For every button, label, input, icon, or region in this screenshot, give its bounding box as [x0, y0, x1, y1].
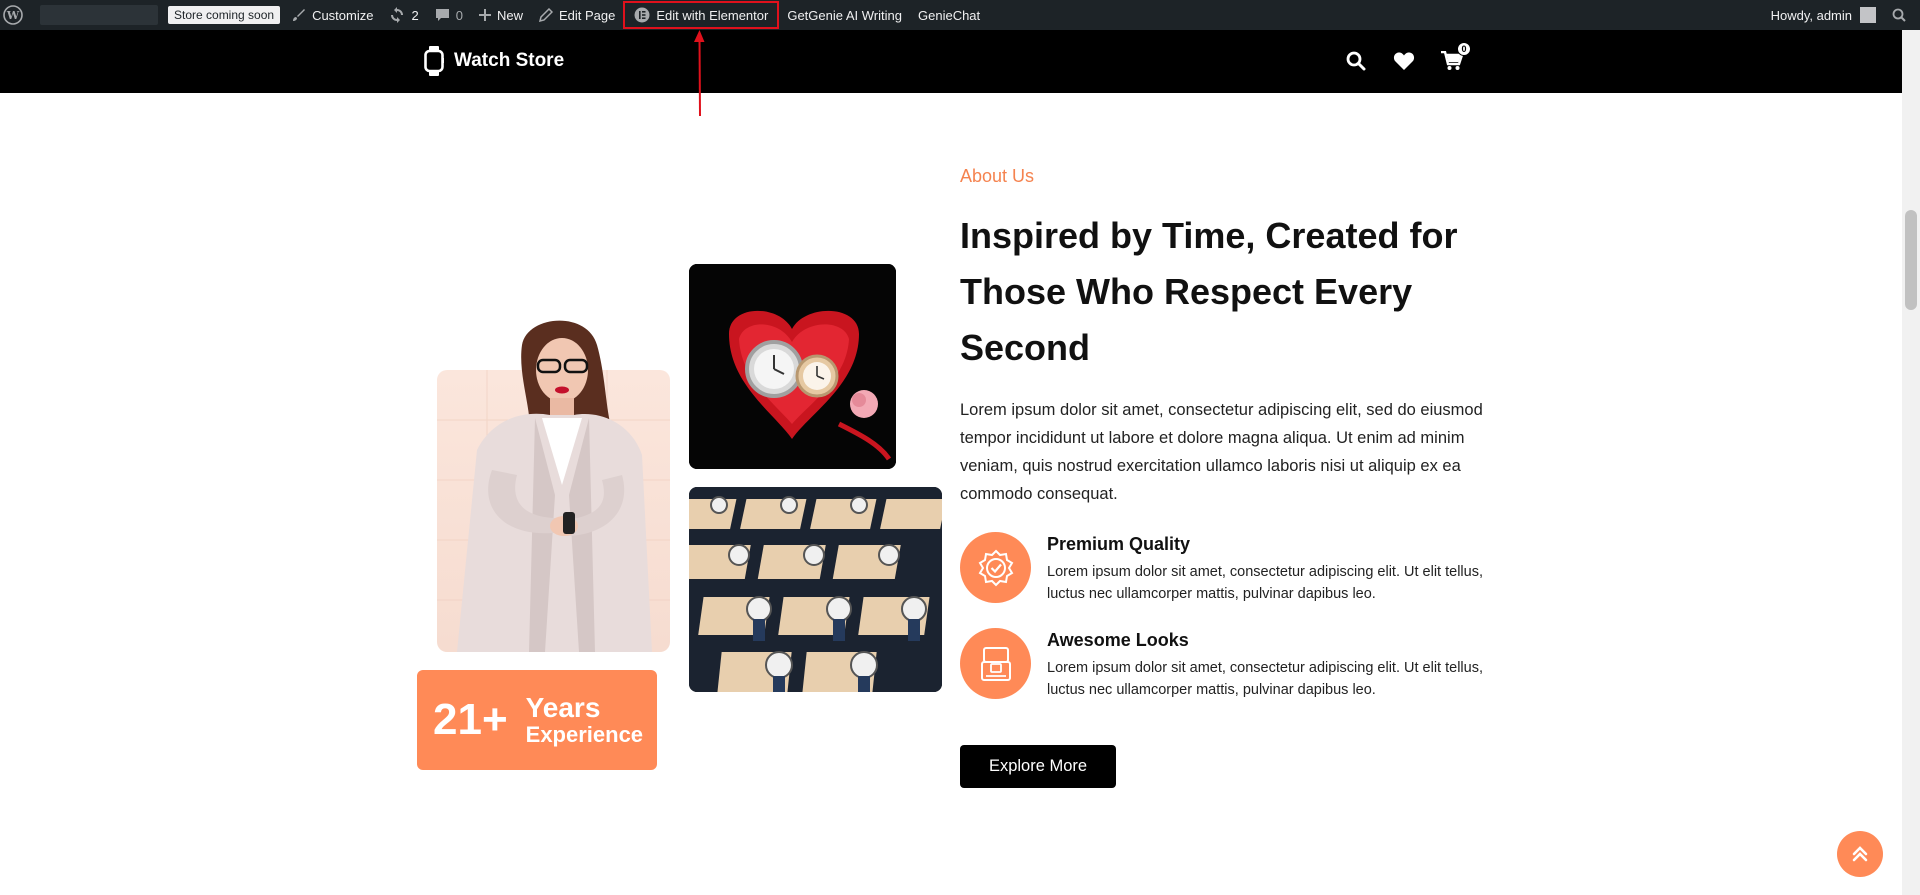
feature-awesome-looks: Awesome Looks Lorem ipsum dolor sit amet…	[960, 628, 1520, 701]
header-actions: 0	[1343, 42, 1471, 74]
getgenie-link[interactable]: GetGenie AI Writing	[779, 0, 910, 30]
watch-display-case-image	[689, 487, 942, 692]
experience-label: Experience	[525, 722, 644, 748]
store-coming-soon-badge[interactable]: Store coming soon	[168, 6, 281, 24]
double-chevron-up-icon	[1852, 846, 1868, 862]
cart-button[interactable]: 0	[1439, 42, 1471, 74]
search-icon	[1346, 51, 1366, 71]
heart-icon	[1393, 52, 1415, 70]
howdy-label: Howdy, admin	[1770, 7, 1852, 23]
feature-description: Lorem ipsum dolor sit amet, consectetur …	[1047, 660, 1483, 698]
new-content-link[interactable]: New	[471, 0, 531, 30]
site-header: Watch Store 0	[0, 30, 1902, 93]
paintbrush-icon	[293, 9, 306, 21]
explore-more-button[interactable]: Explore More	[960, 745, 1116, 788]
wp-admin-bar: W Store coming soon Customize 2 0 New Ed…	[0, 0, 1920, 30]
wishlist-button[interactable]	[1391, 48, 1417, 74]
pencil-icon	[538, 8, 553, 22]
about-us-label: About Us	[960, 166, 1035, 186]
feature-premium-quality: Premium Quality Lorem ipsum dolor sit am…	[960, 532, 1520, 605]
comments-link[interactable]: 0	[427, 0, 471, 30]
comment-icon	[435, 9, 449, 21]
woman-checking-watch-image	[437, 320, 670, 652]
edit-page-link[interactable]: Edit Page	[531, 0, 623, 30]
gift-box-illustration	[689, 264, 896, 469]
watch-logo-icon	[424, 46, 444, 76]
admin-bar-right: Howdy, admin	[1763, 0, 1920, 30]
geniechat-label: GenieChat	[918, 7, 981, 23]
display-case-illustration	[689, 487, 942, 692]
site-logo[interactable]: Watch Store	[424, 46, 564, 76]
cart-count-badge: 0	[1457, 42, 1471, 56]
experience-number: 21+	[433, 695, 508, 744]
edit-with-elementor-link[interactable]: Edit with Elementor	[623, 1, 780, 29]
about-paragraph: Lorem ipsum dolor sit amet, consectetur …	[960, 401, 1483, 503]
quality-badge-icon	[960, 532, 1031, 603]
geniechat-link[interactable]: GenieChat	[910, 0, 988, 30]
header-search-button[interactable]	[1343, 48, 1369, 74]
experience-years-label: Years	[525, 691, 601, 723]
my-account-link[interactable]: Howdy, admin	[1763, 0, 1884, 30]
svg-text:W: W	[6, 9, 20, 22]
search-icon	[1892, 8, 1906, 22]
scrollbar-thumb[interactable]	[1905, 210, 1917, 310]
experience-badge: 21+ Years Experience	[417, 670, 657, 770]
annotation-arrow	[694, 30, 705, 117]
site-name-redacted[interactable]	[40, 5, 158, 25]
woman-illustration	[437, 320, 670, 652]
avatar	[1860, 7, 1876, 23]
watches-gift-box-image	[689, 264, 896, 469]
updates-link[interactable]: 2	[381, 0, 426, 30]
customize-link[interactable]: Customize	[284, 0, 381, 30]
scroll-to-top-button[interactable]	[1837, 831, 1883, 877]
getgenie-label: GetGenie AI Writing	[787, 7, 902, 23]
page-scrollbar[interactable]	[1902, 30, 1920, 895]
wordpress-logo-icon[interactable]: W	[0, 0, 32, 30]
edit-elementor-label: Edit with Elementor	[656, 7, 769, 23]
feature-title: Awesome Looks	[1047, 630, 1189, 650]
updates-count: 2	[411, 7, 419, 23]
elementor-icon	[634, 7, 650, 23]
admin-search-button[interactable]	[1884, 0, 1920, 30]
section-heading: Inspired by Time, Created for Those Who …	[960, 215, 1458, 368]
brand-name: Watch Store	[454, 50, 565, 71]
plus-icon	[478, 9, 491, 21]
new-label: New	[496, 7, 523, 23]
customize-label: Customize	[312, 7, 374, 23]
feature-title: Premium Quality	[1047, 534, 1191, 554]
updates-icon	[391, 7, 404, 23]
comments-count: 0	[455, 7, 463, 23]
watch-box-icon	[960, 628, 1031, 699]
feature-description: Lorem ipsum dolor sit amet, consectetur …	[1047, 564, 1483, 602]
edit-page-label: Edit Page	[558, 7, 616, 23]
